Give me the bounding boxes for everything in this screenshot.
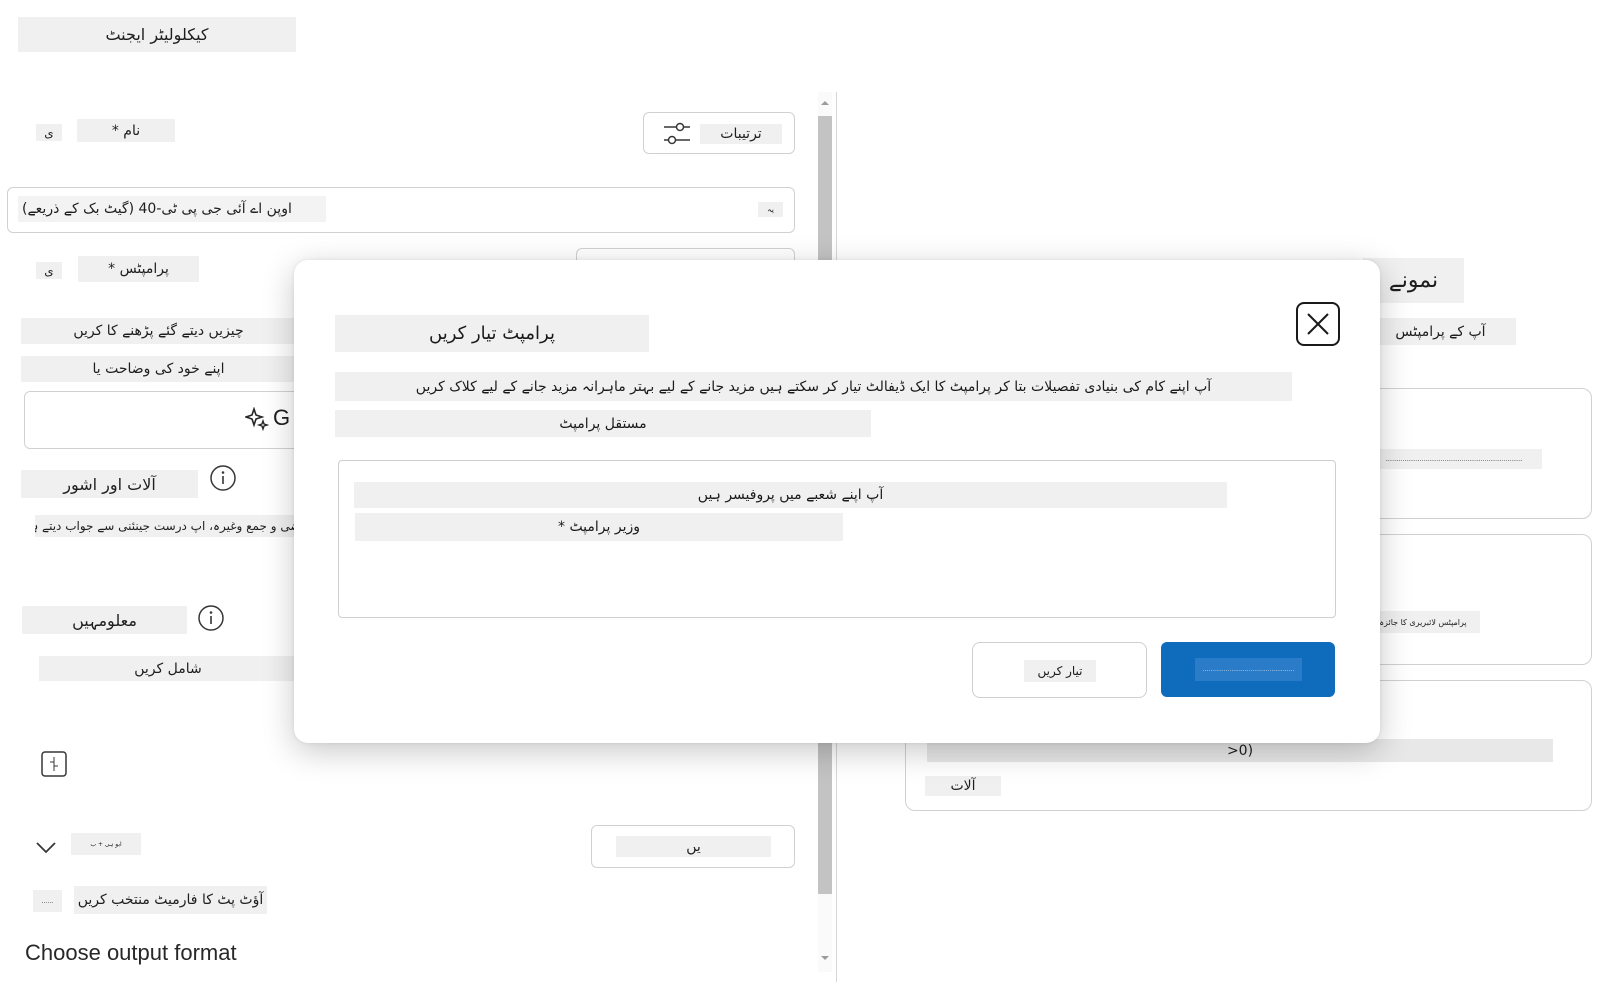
cancel-button[interactable]: تیار کریں [972, 642, 1147, 698]
generate-button-label: ........................................… [1195, 658, 1302, 681]
dialog-description-2: مستقل پرامپٹ [335, 410, 871, 437]
prompt-input-line-1: آپ اپنے شعبے میں پروفیسر ہیں [354, 482, 1227, 508]
prompt-input[interactable]: آپ اپنے شعبے میں پروفیسر ہیں * وزیر پرام… [338, 460, 1336, 618]
prompt-input-line-2: * وزیر پرامپٹ [355, 513, 843, 541]
close-button[interactable] [1296, 302, 1340, 346]
generate-prompt-dialog: پرامپٹ تیار کریں آپ اپنے کام کی بنیادی ت… [294, 260, 1380, 743]
dialog-description: آپ اپنے کام کی بنیادی تفصیلات بتا کر پرا… [335, 372, 1292, 401]
generate-button[interactable]: ........................................… [1161, 642, 1335, 697]
cancel-button-label: تیار کریں [1024, 660, 1096, 682]
dialog-title: پرامپٹ تیار کریں [335, 315, 649, 352]
close-icon [1307, 313, 1329, 335]
